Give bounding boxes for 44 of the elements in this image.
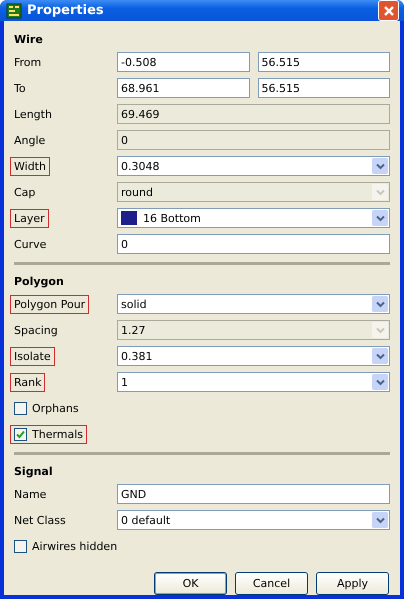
field-label: Net Class xyxy=(13,512,67,528)
circuit-board-icon xyxy=(6,2,22,18)
field-label: Length xyxy=(13,106,53,122)
field-label: Width xyxy=(10,156,50,176)
dropdown[interactable]: 0.3048 xyxy=(117,156,390,176)
field-label: Spacing xyxy=(13,322,59,338)
input-field[interactable]: -0.508 xyxy=(117,52,250,72)
section-heading: Wire xyxy=(14,32,44,48)
close-button[interactable] xyxy=(378,0,399,21)
input-field[interactable]: 69.469 xyxy=(117,104,390,124)
dropdown[interactable]: solid xyxy=(117,294,390,314)
dropdown[interactable]: 1 xyxy=(117,372,390,392)
field-label: Angle xyxy=(13,132,46,148)
dropdown[interactable]: 0 default xyxy=(117,510,390,530)
field-label: Layer xyxy=(10,208,49,228)
window-title: Properties xyxy=(27,3,105,18)
input-field[interactable]: GND xyxy=(117,484,390,504)
field-label: Curve xyxy=(13,236,48,252)
input-field[interactable]: 0 xyxy=(117,130,390,150)
checkbox-label[interactable]: Orphans xyxy=(10,398,83,418)
dropdown[interactable]: 0.381 xyxy=(117,346,390,366)
section-heading: Signal xyxy=(14,464,54,480)
dialog-button[interactable]: Apply xyxy=(316,572,389,595)
dropdown[interactable]: 16 Bottom xyxy=(117,208,390,228)
checkbox[interactable] xyxy=(14,428,27,440)
input-field[interactable]: 56.515 xyxy=(258,78,390,98)
field-label: Name xyxy=(13,486,48,502)
field-label: Isolate xyxy=(10,346,55,366)
section-heading: Polygon xyxy=(14,274,65,290)
input-field[interactable]: 68.961 xyxy=(117,78,250,98)
checkbox[interactable] xyxy=(14,540,27,552)
field-label: Rank xyxy=(10,372,46,392)
close-icon[interactable] xyxy=(382,4,394,16)
field-label: Polygon Pour xyxy=(10,294,90,314)
checkbox[interactable] xyxy=(14,402,27,414)
field-label: From xyxy=(13,54,42,70)
checkbox-label[interactable]: Thermals xyxy=(10,424,88,444)
dialog-button[interactable]: Cancel xyxy=(235,572,308,595)
field-label: Cap xyxy=(13,184,36,200)
input-field[interactable]: 0 xyxy=(117,234,390,254)
dialog-button[interactable]: OK xyxy=(154,572,227,595)
input-field[interactable]: 56.515 xyxy=(258,52,390,72)
checkbox-label[interactable]: Airwires hidden xyxy=(10,536,122,556)
field-label: To xyxy=(13,80,27,96)
